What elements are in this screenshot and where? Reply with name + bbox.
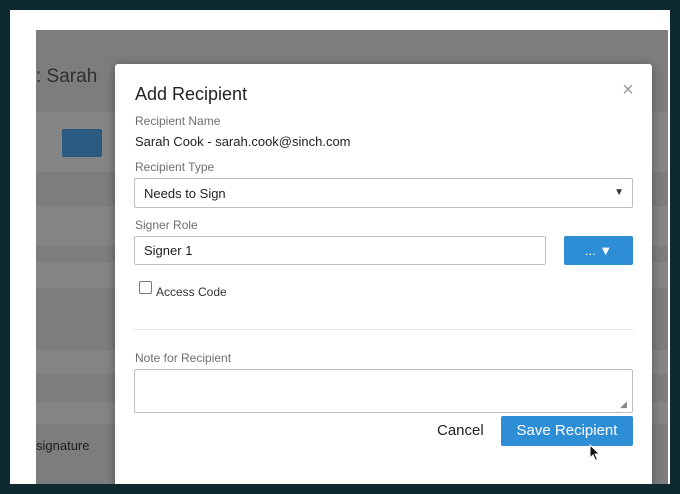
- app-screen: : Sarah ble signature Add Recipient × Re…: [36, 30, 668, 484]
- recipient-type-label: Recipient Type: [135, 160, 215, 174]
- recipient-name-label: Recipient Name: [135, 114, 221, 128]
- screenshot-frame: : Sarah ble signature Add Recipient × Re…: [0, 0, 680, 494]
- access-code-label: Access Code: [156, 285, 227, 299]
- caret-down-icon: ▼: [614, 187, 624, 198]
- signer-role-input[interactable]: [134, 236, 546, 265]
- save-recipient-button[interactable]: Save Recipient: [501, 416, 633, 446]
- signer-role-options-button[interactable]: ... ▼: [564, 236, 633, 265]
- mouse-pointer-icon: [589, 444, 601, 462]
- access-code-checkbox[interactable]: [139, 281, 152, 294]
- note-for-recipient-label: Note for Recipient: [135, 351, 232, 365]
- recipient-name-value: Sarah Cook - sarah.cook@sinch.com: [135, 134, 351, 149]
- background-signature-text: signature: [36, 438, 90, 453]
- cancel-button[interactable]: Cancel: [437, 422, 484, 439]
- dialog-title: Add Recipient: [135, 84, 248, 104]
- resize-grip-icon: ◢: [620, 399, 627, 409]
- note-for-recipient-textarea[interactable]: [134, 369, 633, 413]
- background-button: [62, 129, 102, 157]
- signer-role-label: Signer Role: [135, 218, 198, 232]
- close-icon[interactable]: ×: [618, 80, 638, 100]
- add-recipient-dialog: Add Recipient × Recipient Name Sarah Coo…: [115, 64, 652, 484]
- section-divider: [134, 329, 633, 330]
- recipient-type-select[interactable]: Needs to Sign ▼: [134, 178, 633, 208]
- recipient-type-selected-value: Needs to Sign: [144, 186, 226, 201]
- background-page-title: : Sarah: [36, 66, 98, 87]
